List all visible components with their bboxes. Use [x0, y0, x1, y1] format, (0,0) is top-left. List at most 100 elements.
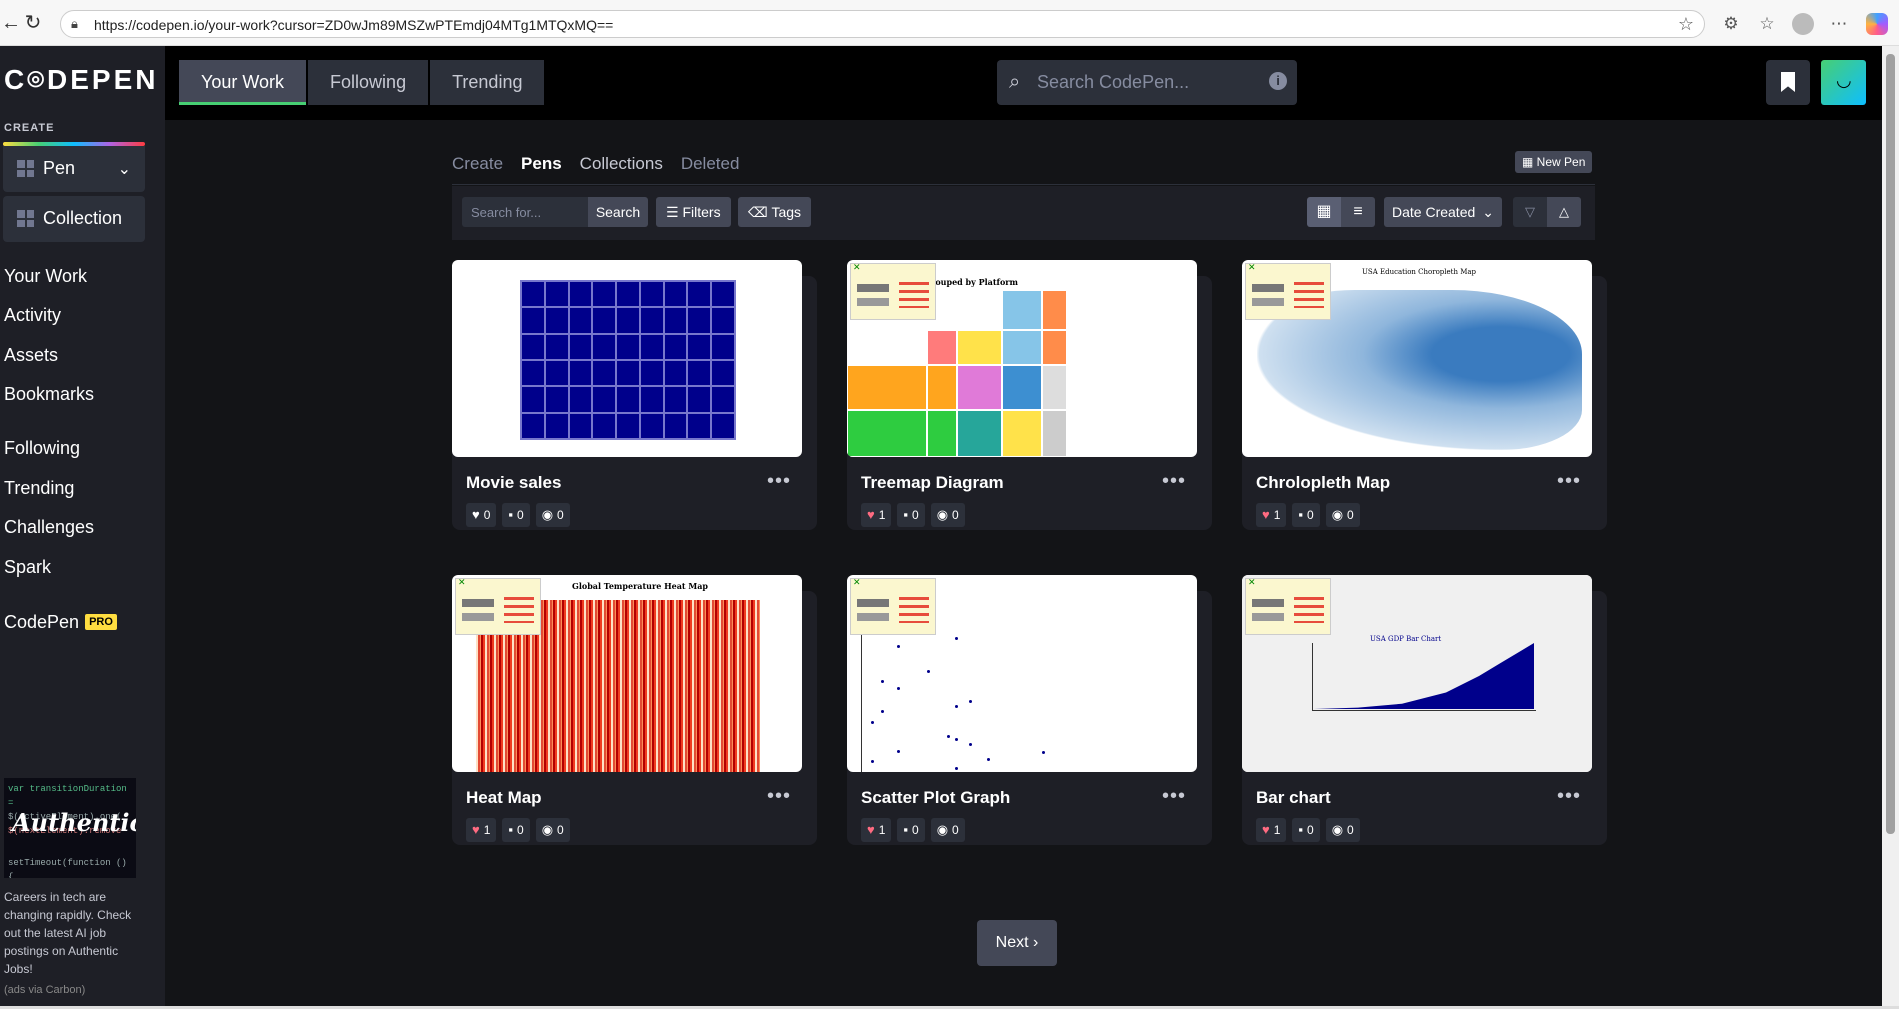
search-icon: ⌕ — [1009, 71, 1021, 93]
pen-card[interactable]: ✕ Scatter Plot Graph ••• ♥ 1 ▪ 0 ◉ 0 — [847, 575, 1212, 845]
chevron-down-icon[interactable]: ⌄ — [118, 159, 131, 179]
more-options-icon[interactable]: ••• — [1557, 785, 1581, 808]
pen-card[interactable]: Movie sales ••• ♥ 0 ▪ 0 ◉ 0 — [452, 260, 817, 530]
pen-card[interactable]: USA Education Choropleth Map ✕ Chrolople… — [1242, 260, 1607, 530]
sidebar-item-bookmarks[interactable]: Bookmarks — [4, 384, 94, 405]
views-button[interactable]: ◉ 0 — [930, 503, 965, 527]
pen-preview[interactable]: Global Temperature Heat Map ✕ — [452, 575, 802, 772]
sub-tab-create[interactable]: Create — [452, 154, 503, 174]
pens-search-button[interactable]: Search — [588, 197, 648, 227]
user-avatar[interactable] — [1821, 60, 1866, 105]
sidebar-item-following[interactable]: Following — [4, 438, 80, 459]
pen-card[interactable]: USA GDP Bar Chart ✕ Bar chart ••• ♥ 1 ▪ 0 … — [1242, 575, 1607, 845]
sub-tab-collections[interactable]: Collections — [580, 154, 663, 174]
url-text[interactable]: https://codepen.io/your-work?cursor=ZD0w… — [94, 17, 613, 33]
pen-title[interactable]: Heat Map — [466, 788, 542, 808]
like-button[interactable]: ♥ 1 — [861, 503, 892, 527]
pen-title[interactable]: Treemap Diagram — [861, 473, 1004, 493]
sidebar-item-assets[interactable]: Assets — [4, 345, 58, 366]
info-icon[interactable]: i — [1269, 72, 1287, 90]
extensions-icon[interactable]: ⚙ — [1720, 13, 1742, 35]
like-button[interactable]: ♥ 1 — [861, 818, 892, 842]
ad-text[interactable]: Careers in tech are changing rapidly. Ch… — [4, 888, 134, 978]
sidebar-item-codepen-pro[interactable]: CodePen PRO — [4, 612, 117, 633]
comments-button[interactable]: ▪ 0 — [897, 818, 925, 842]
scrollbar-thumb[interactable] — [1886, 54, 1895, 834]
pen-title[interactable]: Chrolopleth Map — [1256, 473, 1390, 493]
tag-icon: ⌫ — [748, 204, 772, 220]
create-collection-button[interactable]: Collection — [3, 196, 145, 242]
sort-descending-button[interactable]: ▽ — [1513, 197, 1547, 227]
views-button[interactable]: ◉ 0 — [1325, 503, 1360, 527]
scatter-point — [881, 680, 884, 683]
tab-your-work[interactable]: Your Work — [179, 60, 307, 105]
scatter-point — [897, 645, 900, 648]
pen-card[interactable]: s Grouped by Platform ✕ Treemap Diagram … — [847, 260, 1212, 530]
like-button[interactable]: ♥ 0 — [466, 503, 497, 527]
codepen-logo[interactable]: C⌾DEPEN — [4, 64, 159, 97]
filters-button[interactable]: ☰ Filters — [656, 197, 731, 227]
favorites-icon[interactable]: ☆ — [1756, 13, 1778, 35]
favorite-star-icon[interactable]: ☆ — [1678, 14, 1694, 35]
main-content: Create Pens Collections Deleted ▦ New Pe… — [165, 120, 1882, 1009]
copilot-icon[interactable] — [1866, 13, 1888, 35]
pen-preview[interactable]: USA Education Choropleth Map ✕ — [1242, 260, 1592, 457]
views-button[interactable]: ◉ 0 — [535, 503, 570, 527]
sub-tab-deleted[interactable]: Deleted — [681, 154, 740, 174]
more-options-icon[interactable]: ••• — [1162, 470, 1186, 493]
pen-card[interactable]: Global Temperature Heat Map ✕ Heat Map •… — [452, 575, 817, 845]
pen-preview[interactable]: ✕ — [847, 575, 1197, 772]
next-page-button[interactable]: Next › — [977, 920, 1057, 966]
new-pen-button[interactable]: ▦ New Pen — [1515, 151, 1593, 173]
pen-preview[interactable] — [452, 260, 802, 457]
page-scrollbar[interactable] — [1882, 46, 1899, 1009]
ad-via-label[interactable]: (ads via Carbon) — [4, 984, 85, 996]
more-options-icon[interactable]: ••• — [767, 470, 791, 493]
pen-preview[interactable]: s Grouped by Platform ✕ — [847, 260, 1197, 457]
profile-avatar-icon[interactable] — [1792, 13, 1814, 35]
scatter-point — [955, 767, 958, 770]
pens-search-input[interactable]: Search for... — [462, 197, 588, 227]
like-button[interactable]: ♥ 1 — [1256, 818, 1287, 842]
ad-image[interactable]: var transitionDuration = $(activeElement… — [4, 778, 136, 878]
sort-select[interactable]: Date Created ⌄ — [1384, 197, 1502, 227]
grid-view-button[interactable]: ▦ — [1307, 197, 1341, 227]
pen-title[interactable]: Movie sales — [466, 473, 561, 493]
comments-button[interactable]: ▪ 0 — [502, 503, 530, 527]
search-codepen-input[interactable]: ⌕ Search CodePen... i — [997, 60, 1297, 105]
create-pen-button[interactable]: Pen ⌄ — [3, 146, 145, 192]
like-button[interactable]: ♥ 1 — [1256, 503, 1287, 527]
comment-icon: ▪ — [508, 507, 514, 522]
sidebar-item-activity[interactable]: Activity — [4, 305, 61, 326]
sub-tab-pens[interactable]: Pens — [521, 154, 562, 174]
pen-preview[interactable]: USA GDP Bar Chart ✕ — [1242, 575, 1592, 772]
tab-following[interactable]: Following — [308, 60, 429, 105]
reload-icon[interactable]: ↻ — [22, 12, 44, 34]
comments-button[interactable]: ▪ 0 — [897, 503, 925, 527]
list-view-button[interactable]: ≡ — [1341, 197, 1375, 227]
chevron-down-icon: ▽ — [1525, 204, 1535, 219]
pen-title[interactable]: Scatter Plot Graph — [861, 788, 1010, 808]
sidebar-item-challenges[interactable]: Challenges — [4, 517, 94, 538]
bookmarks-button[interactable] — [1766, 60, 1810, 105]
sidebar-item-trending[interactable]: Trending — [4, 478, 74, 499]
sidebar-item-your-work[interactable]: Your Work — [4, 266, 87, 287]
comments-button[interactable]: ▪ 0 — [1292, 503, 1320, 527]
more-options-icon[interactable]: ••• — [1162, 785, 1186, 808]
pen-title[interactable]: Bar chart — [1256, 788, 1331, 808]
sidebar-item-spark[interactable]: Spark — [4, 557, 51, 578]
back-arrow-icon[interactable]: ← — [0, 12, 22, 34]
views-button[interactable]: ◉ 0 — [535, 818, 570, 842]
comments-button[interactable]: ▪ 0 — [1292, 818, 1320, 842]
views-button[interactable]: ◉ 0 — [1325, 818, 1360, 842]
address-bar[interactable]: 🔒︎ https://codepen.io/your-work?cursor=Z… — [60, 10, 1705, 38]
tags-button[interactable]: ⌫ Tags — [738, 197, 812, 227]
tab-trending[interactable]: Trending — [430, 60, 545, 105]
like-button[interactable]: ♥ 1 — [466, 818, 497, 842]
more-options-icon[interactable]: ••• — [767, 785, 791, 808]
views-button[interactable]: ◉ 0 — [930, 818, 965, 842]
more-options-icon[interactable]: ••• — [1557, 470, 1581, 493]
sort-ascending-button[interactable]: △ — [1547, 197, 1581, 227]
comments-button[interactable]: ▪ 0 — [502, 818, 530, 842]
more-options-icon[interactable]: ⋯ — [1828, 13, 1850, 35]
